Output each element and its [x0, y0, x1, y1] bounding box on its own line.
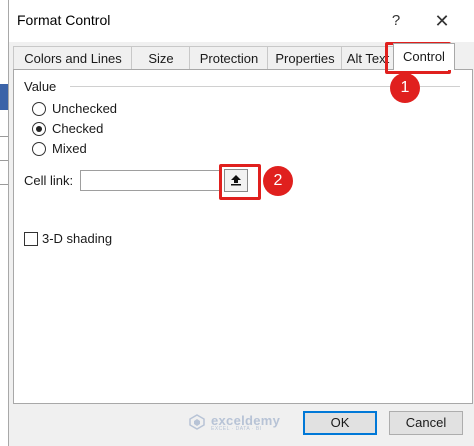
format-control-dialog: Format Control ? ✕ Colors and Lines Size… — [8, 0, 474, 446]
help-button[interactable]: ? — [381, 8, 411, 34]
background-gridline — [0, 136, 8, 137]
radio-checked-label: Checked — [52, 121, 104, 136]
exceldemy-logo-icon — [189, 414, 205, 430]
control-tab-panel: Value Unchecked Checked Mixed Cell link:… — [13, 69, 473, 404]
step-2-badge: 2 — [263, 166, 293, 196]
shading-3d-checkbox[interactable] — [24, 232, 38, 246]
background-gridline — [0, 160, 8, 161]
background-gridline — [0, 184, 8, 185]
watermark-subtext: EXCEL · DATA · BI — [211, 426, 262, 432]
radio-mixed-circle[interactable] — [32, 142, 46, 156]
dialog-title: Format Control — [17, 12, 111, 28]
ok-button[interactable]: OK — [303, 411, 377, 435]
close-button[interactable]: ✕ — [427, 8, 457, 34]
tab-properties[interactable]: Properties — [267, 46, 343, 70]
radio-selected-dot — [36, 126, 42, 132]
exceldemy-watermark: exceldemy EXCEL · DATA · BI — [189, 413, 309, 433]
cell-link-label: Cell link: — [24, 173, 74, 188]
tab-size[interactable]: Size — [131, 46, 191, 70]
title-bar: Format Control ? ✕ — [9, 0, 474, 42]
radio-checked-circle[interactable] — [32, 122, 46, 136]
cell-link-input[interactable] — [80, 170, 222, 191]
background-selected-cell — [0, 84, 8, 110]
radio-unchecked-circle[interactable] — [32, 102, 46, 116]
tab-protection[interactable]: Protection — [189, 46, 269, 70]
radio-unchecked-label: Unchecked — [52, 101, 118, 116]
shading-3d-label: 3-D shading — [42, 231, 113, 246]
step-1-badge: 1 — [390, 73, 420, 103]
highlight-collapse-button — [219, 164, 261, 200]
tab-control[interactable]: Control — [393, 43, 455, 70]
cancel-button[interactable]: Cancel — [389, 411, 463, 435]
tab-colors-and-lines[interactable]: Colors and Lines — [13, 46, 133, 70]
radio-mixed-label: Mixed — [52, 141, 87, 156]
value-group-label: Value — [24, 79, 61, 94]
